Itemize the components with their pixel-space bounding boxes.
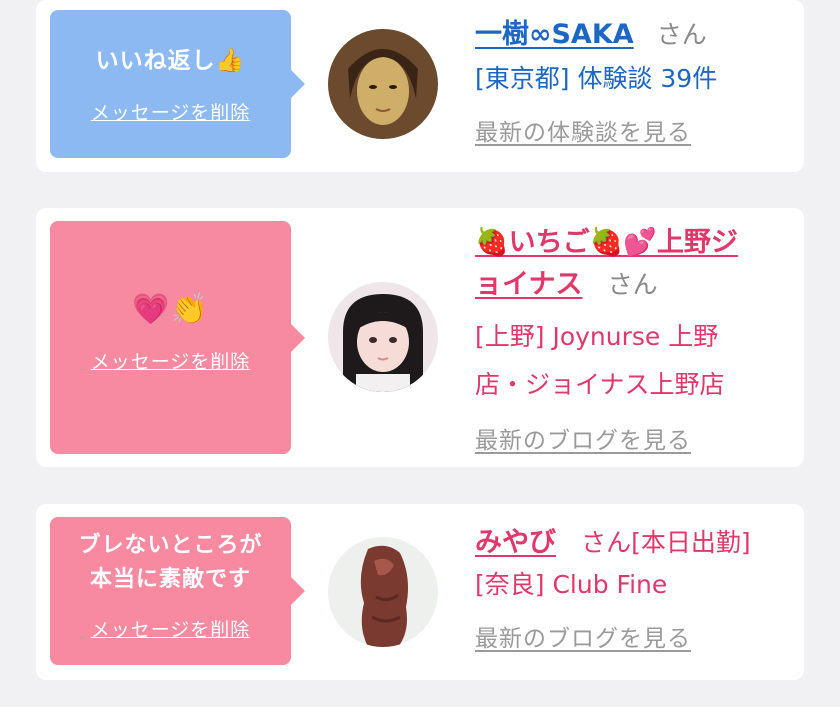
honorific: さん — [656, 20, 707, 49]
user-detail: [東京都] 体験談 39件 — [475, 64, 718, 93]
message-card-2: 💗👏 メッセージを削除 🍓いちご🍓💕上野ジ ョイナス さん [上野] Joynu… — [36, 208, 804, 467]
latest-blog-link[interactable]: 最新のブログを見る — [475, 619, 805, 653]
user-name-link[interactable]: 一樹∞SAKA — [475, 19, 634, 50]
user-name-link[interactable]: みやび — [475, 527, 556, 558]
latest-blog-link[interactable]: 最新のブログを見る — [475, 421, 795, 455]
message-bubble: 💗👏 メッセージを削除 — [50, 221, 305, 454]
delete-message-link[interactable]: メッセージを削除 — [50, 347, 291, 374]
user-name-link-cont[interactable]: ョイナス — [475, 269, 582, 300]
message-card-1: いいね返し👍 メッセージを削除 一樹∞SAKA さん [東京都] 体験談 39件… — [36, 0, 804, 172]
latest-review-link[interactable]: 最新の体験談を見る — [475, 113, 795, 147]
user-detail: [奈良] Club Fine — [475, 570, 668, 599]
avatar[interactable] — [328, 29, 438, 139]
avatar[interactable] — [328, 537, 438, 647]
user-name-link[interactable]: 🍓いちご🍓💕上野ジ — [475, 222, 795, 264]
message-bubble: いいね返し👍 メッセージを削除 — [50, 10, 305, 158]
message-text-cont: 本当に素敵です — [89, 567, 251, 592]
message-text: 💗👏 — [132, 292, 209, 327]
honorific-status: さん[本日出勤] — [581, 528, 751, 557]
delete-message-link[interactable]: メッセージを削除 — [50, 98, 291, 125]
user-info: みやび さん[本日出勤] [奈良] Club Fine 最新のブログを見る — [475, 520, 805, 653]
message-text: いいね返し👍 — [95, 48, 246, 74]
avatar[interactable] — [328, 282, 438, 392]
avatar-photo — [328, 282, 438, 392]
avatar-photo — [328, 537, 438, 647]
message-bubble: ブレないところが 本当に素敵です メッセージを削除 — [50, 517, 305, 665]
delete-message-link[interactable]: メッセージを削除 — [50, 615, 291, 642]
user-detail-cont: 店・ジョイナス上野店 — [475, 370, 725, 399]
message-card-3: ブレないところが 本当に素敵です メッセージを削除 みやび さん[本日出勤] [… — [36, 504, 804, 680]
avatar-photo — [328, 29, 438, 139]
user-info: 一樹∞SAKA さん [東京都] 体験談 39件 最新の体験談を見る — [475, 12, 795, 147]
honorific: さん — [607, 270, 658, 299]
user-info: 🍓いちご🍓💕上野ジ ョイナス さん [上野] Joynurse 上野 店・ジョイ… — [475, 222, 795, 455]
message-text: ブレないところが — [78, 533, 263, 558]
user-detail: [上野] Joynurse 上野 — [475, 322, 719, 351]
